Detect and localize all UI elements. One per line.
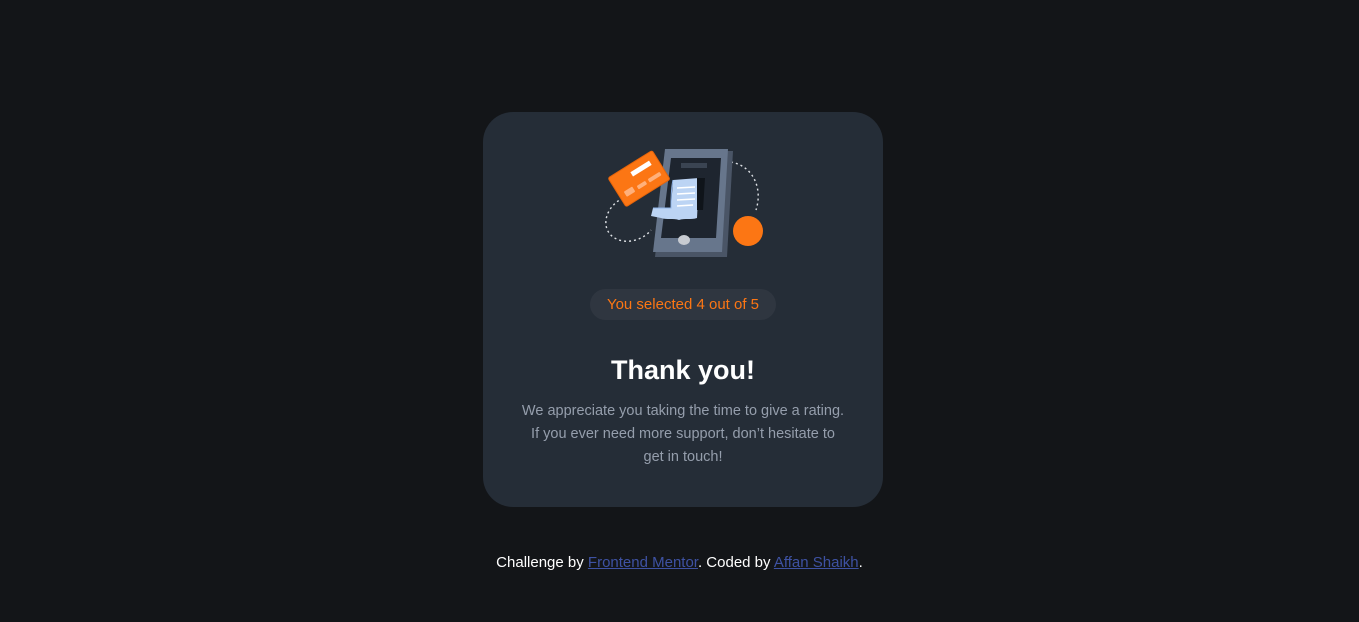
page: You selected 4 out of 5 Thank you! We ap… [0,0,1359,622]
attribution-middle: . Coded by [697,554,774,571]
message-line-1: We appreciate you taking the time to giv… [521,403,845,419]
message-line-2: If you ever need more support, don’t hes… [531,426,835,442]
thank-you-card: You selected 4 out of 5 Thank you! We ap… [483,112,883,507]
message-line-3: get in touch! [643,449,723,465]
attribution-suffix: . [858,554,863,571]
attribution: Challenge by Frontend Mentor. Coded by A… [0,552,1359,574]
selection-badge: You selected 4 out of 5 [590,289,776,320]
author-link[interactable]: Affan Shaikh [774,554,859,571]
frontend-mentor-link[interactable]: Frontend Mentor [588,554,698,571]
thank-you-heading: Thank you! [610,355,755,385]
attribution-prefix: Challenge by [496,554,588,571]
thank-you-message: We appreciate you taking the time to giv… [511,400,855,469]
phone-payment-illustration-icon [605,149,763,257]
